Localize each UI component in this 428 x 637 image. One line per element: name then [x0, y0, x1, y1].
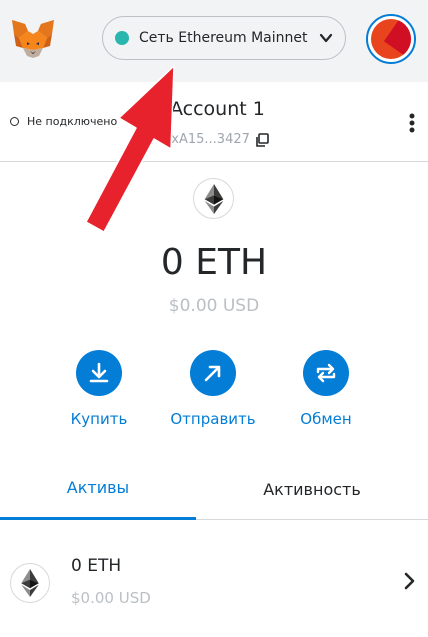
swap-button[interactable]: Обмен: [266, 350, 386, 428]
ethereum-icon: [204, 183, 223, 214]
swap-icon: [316, 363, 336, 383]
connection-dot-icon: [10, 117, 19, 126]
kebab-menu-icon[interactable]: [404, 112, 420, 134]
network-selector[interactable]: Сеть Ethereum Mainnet: [102, 16, 346, 60]
asset-list-item[interactable]: 0 ETH $0.00 USD: [0, 540, 428, 630]
download-icon: [89, 362, 109, 383]
chevron-right-icon: [404, 572, 415, 590]
network-status-dot: [115, 31, 129, 45]
balance-primary: 0 ETH: [160, 242, 268, 283]
buy-circle: [76, 350, 122, 396]
asset-amount: 0 ETH: [71, 556, 122, 576]
account-address-text: 0xA15...3427: [163, 132, 250, 147]
chevron-down-icon: [319, 33, 333, 43]
swap-circle: [303, 350, 349, 396]
swap-label: Обмен: [300, 410, 352, 428]
buy-label: Купить: [70, 410, 128, 428]
tab-activity[interactable]: Активность: [196, 458, 428, 520]
balance-fiat: $0.00 USD: [168, 296, 260, 316]
network-label: Сеть Ethereum Mainnet: [139, 30, 308, 46]
tab-assets[interactable]: Активы: [0, 458, 196, 520]
send-circle: [190, 350, 236, 396]
connection-status-label: Не подключено: [27, 115, 118, 128]
account-bar: Не подключено Account 1 0xA15...3427: [0, 82, 428, 162]
buy-button[interactable]: Купить: [39, 350, 159, 428]
app-header: Сеть Ethereum Mainnet: [0, 0, 428, 82]
wallet-tabs: Активы Активность: [0, 458, 428, 520]
ethereum-icon: [21, 569, 39, 597]
send-button[interactable]: Отправить: [153, 350, 273, 428]
arrow-up-right-icon: [204, 365, 221, 382]
account-name: Account 1: [170, 98, 265, 120]
send-label: Отправить: [170, 410, 256, 428]
asset-fiat: $0.00 USD: [71, 589, 151, 607]
copy-icon: [256, 132, 269, 147]
connection-status[interactable]: Не подключено: [10, 115, 117, 128]
ethereum-logo: [193, 178, 234, 219]
identicon: [371, 19, 411, 59]
account-address[interactable]: 0xA15...3427: [163, 132, 269, 147]
metamask-fox-icon: [12, 20, 54, 58]
asset-logo: [10, 563, 50, 603]
account-avatar[interactable]: [366, 14, 416, 64]
